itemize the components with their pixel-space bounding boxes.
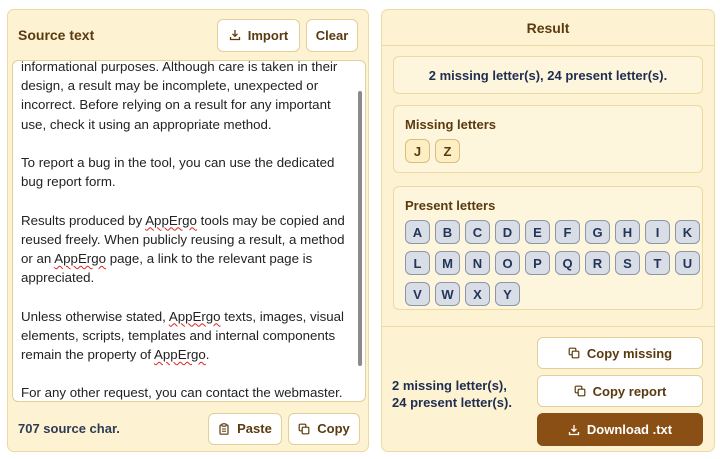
letter-chip: Y [495,282,520,306]
letter-chip: F [555,220,580,244]
letter-chip: G [585,220,610,244]
letter-chip: E [525,220,550,244]
letter-chip: U [675,251,700,275]
letter-chip: N [465,251,490,275]
clipboard-icon [219,422,229,435]
copy-report-label: Copy report [592,383,667,399]
source-textarea[interactable]: informational purposes. Although care is… [12,60,366,402]
download-txt-button[interactable]: Download .txt [537,413,703,446]
paste-button[interactable]: Paste [208,412,282,445]
misspelled-word: AppErgo [168,308,221,324]
missing-letters-title: Missing letters [405,117,497,132]
import-button-label: Import [247,27,289,43]
download-tray-icon [568,424,580,435]
letter-chip: S [615,251,640,275]
misspelled-word: AppErgo [145,212,197,228]
letter-chip: V [405,282,430,306]
copy-button[interactable]: Copy [288,412,360,445]
letter-chip: X [465,282,490,306]
letter-chip: P [525,251,550,275]
source-text-content: informational purposes. Although care is… [21,60,351,401]
download-tray-icon [229,30,240,41]
result-footer: 2 missing letter(s), 24 present letter(s… [382,326,714,451]
paragraph: Unless otherwise stated, AppErgo texts, … [21,307,351,365]
letter-chip: A [405,220,430,244]
copy-icon [298,423,310,434]
letter-chip: K [675,220,700,244]
text-run: To report a bug in the tool, you can use… [21,155,335,190]
paragraph: informational purposes. Although care is… [21,60,351,134]
letter-chip: W [435,282,460,306]
clear-button[interactable]: Clear [306,18,358,52]
paste-button-label: Paste [237,421,272,436]
result-panel: Result 2 missing letter(s), 24 present l… [381,9,715,452]
misspelled-word: AppErgo [154,347,206,362]
text-run: Unless otherwise stated, [21,308,169,324]
letter-chip: Q [555,251,580,275]
paragraph: Results produced by AppErgo tools may be… [21,211,351,288]
missing-letters-box: Missing letters JZ [393,105,703,173]
download-txt-label: Download .txt [586,422,673,437]
source-panel: Source text Import Clear informational p… [7,9,369,452]
text-run: . [205,347,210,362]
letter-chip: Z [435,139,460,163]
paragraph: For any other request, you can contact t… [21,383,351,401]
copy-missing-button[interactable]: Copy missing [537,337,703,369]
copy-button-label: Copy [317,421,350,436]
letter-chip: M [435,251,460,275]
letter-chip: R [585,251,610,275]
result-summary: 2 missing letter(s), 24 present letter(s… [393,56,703,94]
letter-chip: I [645,220,670,244]
import-button[interactable]: Import [217,18,300,52]
letter-chip: L [405,251,430,275]
textarea-scrollbar[interactable] [358,91,362,366]
letter-chip: O [495,251,520,275]
char-count: 707 source char. [18,421,120,436]
text-run: For any other request, you can contact t… [21,385,343,401]
text-run: Results produced by [21,212,146,228]
footer-summary: 2 missing letter(s), 24 present letter(s… [392,377,532,411]
source-title: Source text [18,27,95,43]
present-letters-list: ABCDEFGHIK LMNOPQRSTU VWXY [405,220,700,306]
copy-report-button[interactable]: Copy report [537,375,703,407]
letter-chip: J [405,139,430,163]
letter-chip: B [435,220,460,244]
copy-missing-label: Copy missing [586,345,673,361]
copy-icon [574,385,586,397]
footer-summary-line: 24 present letter(s). [392,395,512,410]
misspelled-word: AppErgo [54,251,107,266]
letter-chip: H [615,220,640,244]
paragraph: To report a bug in the tool, you can use… [21,153,351,191]
letter-chip: C [465,220,490,244]
copy-icon [568,347,580,359]
present-letters-box: Present letters ABCDEFGHIK LMNOPQRSTU VWXY [393,186,703,310]
source-footer: 707 source char. Paste Copy [8,404,368,451]
missing-letters-list: JZ [405,139,700,163]
text-run: informational purposes. Although care is… [21,60,338,132]
footer-summary-line: 2 missing letter(s), [392,378,507,393]
result-title: Result [382,10,714,46]
source-header: Source text Import Clear [8,10,368,60]
letter-chip: D [495,220,520,244]
letter-chip: T [645,251,670,275]
present-letters-title: Present letters [405,198,496,213]
